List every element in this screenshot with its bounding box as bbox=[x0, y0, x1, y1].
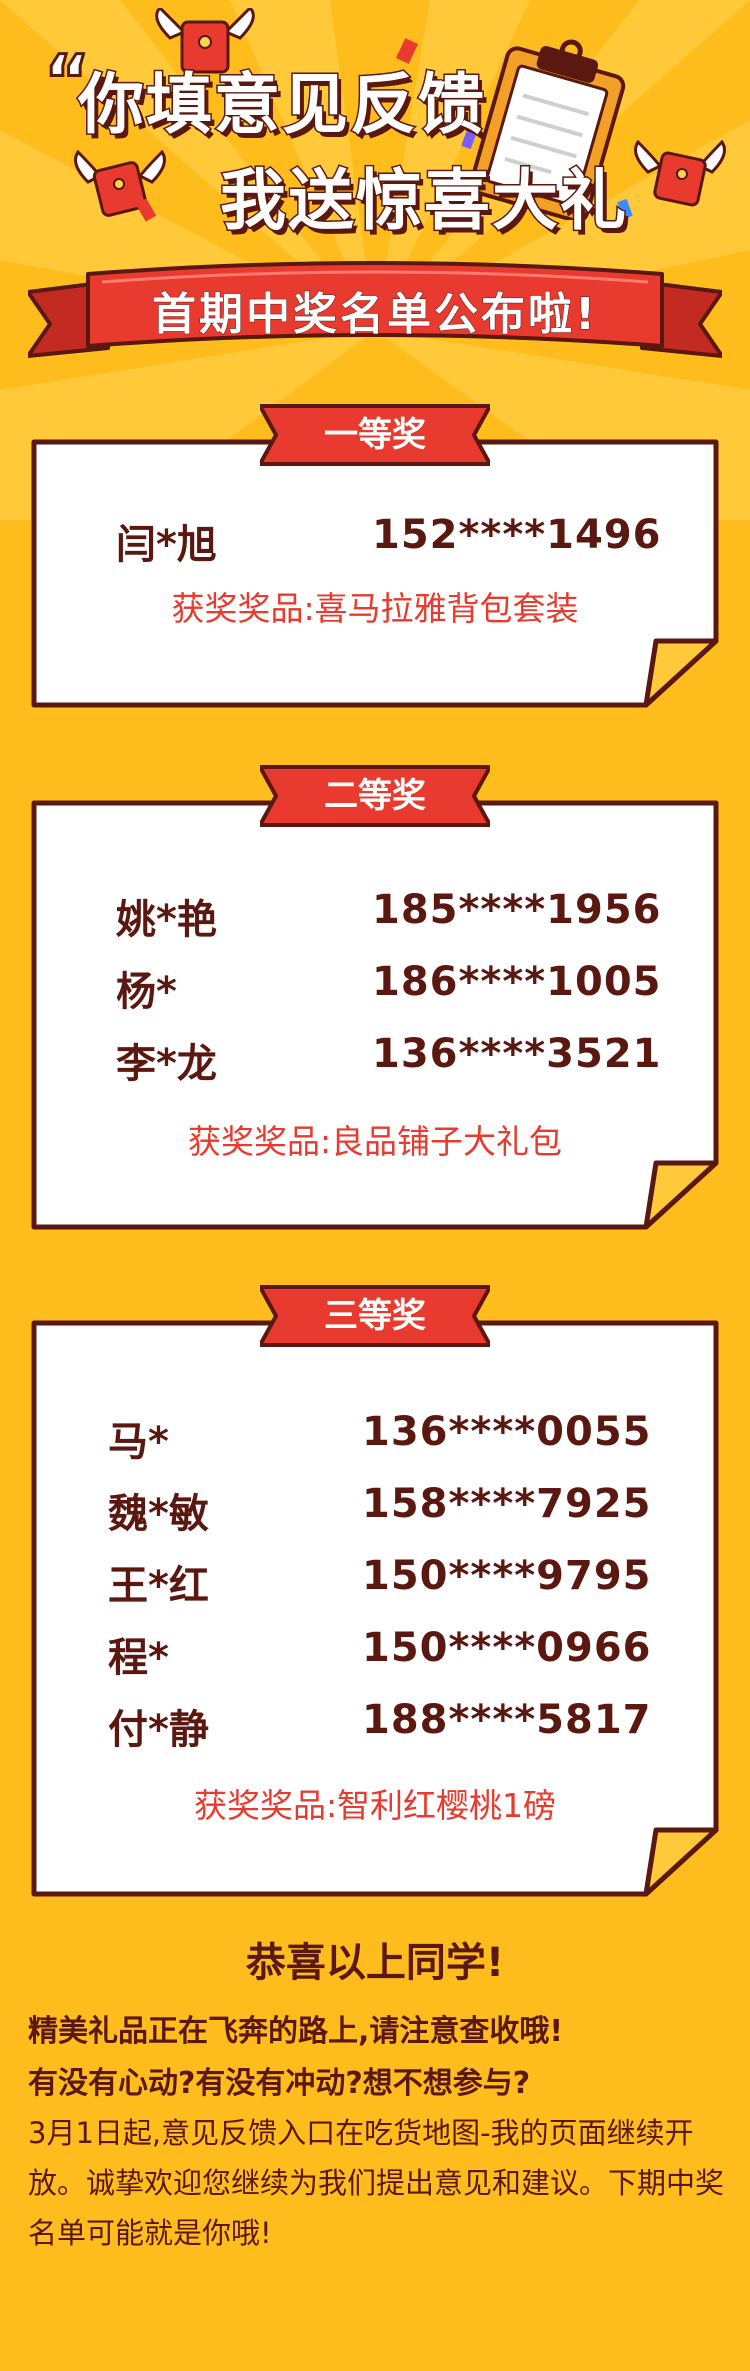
winner-name: 闫*旭 bbox=[116, 522, 217, 568]
winner-row: 魏*敏 158****7925 bbox=[28, 1481, 722, 1541]
prize-label: 获奖奖品:喜马拉雅背包套装 bbox=[171, 589, 579, 628]
headline-line-1: 你填意见反馈 bbox=[77, 66, 486, 143]
winner-phone: 136****0055 bbox=[362, 1409, 652, 1455]
winner-row: 王*红 150****9795 bbox=[28, 1553, 722, 1613]
winner-row: 杨* 186****1005 bbox=[28, 959, 722, 1019]
footer-paragraph: 3月1日起,意见反馈入口在吃货地图-我的页面继续开放。诚挚欢迎您继续为我们提出意… bbox=[28, 2116, 725, 2250]
headline-line-2: 我送惊喜大礼 bbox=[219, 162, 628, 239]
winner-name: 姚*艳 bbox=[116, 897, 217, 943]
card-frame bbox=[31, 439, 719, 708]
winner-phone: 150****9795 bbox=[362, 1553, 652, 1599]
prize-label: 获奖奖品:良品铺子大礼包 bbox=[187, 1122, 563, 1161]
tier-title: 二等奖 bbox=[324, 776, 426, 816]
winner-name: 李*龙 bbox=[116, 1041, 217, 1087]
winner-row: 付*静 188****5817 bbox=[28, 1697, 722, 1757]
winner-row: 闫*旭 152****1496 bbox=[28, 512, 722, 572]
congrats-heading: 恭喜以上同学! bbox=[245, 1940, 505, 1986]
winner-row: 马* 136****0055 bbox=[28, 1409, 722, 1469]
prize-card-third: 三等奖 马* 136****0055 魏*敏 158****7925 王*红 1… bbox=[28, 1285, 722, 1900]
winner-phone: 150****0966 bbox=[362, 1625, 652, 1671]
winner-row: 李*龙 136****3521 bbox=[28, 1031, 722, 1091]
prize-card-second: 二等奖 姚*艳 185****1956 杨* 186****1005 李*龙 1… bbox=[28, 765, 722, 1233]
winner-phone: 185****1956 bbox=[372, 887, 662, 933]
winner-phone: 136****3521 bbox=[372, 1031, 662, 1077]
tier-title: 一等奖 bbox=[324, 415, 426, 455]
winner-phone: 188****5817 bbox=[362, 1697, 652, 1743]
winner-row: 姚*艳 185****1956 bbox=[28, 887, 722, 947]
winner-name: 王*红 bbox=[108, 1563, 209, 1609]
winner-phone: 152****1496 bbox=[372, 512, 662, 558]
winner-phone: 158****7925 bbox=[362, 1481, 652, 1527]
winner-name: 魏*敏 bbox=[108, 1491, 209, 1537]
footer-line-2: 有没有心动?有没有冲动?想不想参与? bbox=[28, 2066, 531, 2101]
prize-label: 获奖奖品:智利红樱桃1磅 bbox=[193, 1786, 557, 1825]
winner-name: 付*静 bbox=[108, 1707, 209, 1753]
prize-card-first: 一等奖 闫*旭 152****1496 获奖奖品:喜马拉雅背包套装 bbox=[28, 404, 722, 711]
footer-line-1: 精美礼品正在飞奔的路上,请注意查收哦! bbox=[28, 2014, 564, 2049]
winner-name: 程* bbox=[108, 1635, 169, 1681]
winner-name: 马* bbox=[108, 1419, 169, 1465]
winner-phone: 186****1005 bbox=[372, 959, 662, 1005]
winner-name: 杨* bbox=[116, 969, 177, 1015]
banner-title: 首期中奖名单公布啦! bbox=[151, 289, 599, 341]
tier-title: 三等奖 bbox=[324, 1296, 426, 1336]
winner-row: 程* 150****0966 bbox=[28, 1625, 722, 1685]
